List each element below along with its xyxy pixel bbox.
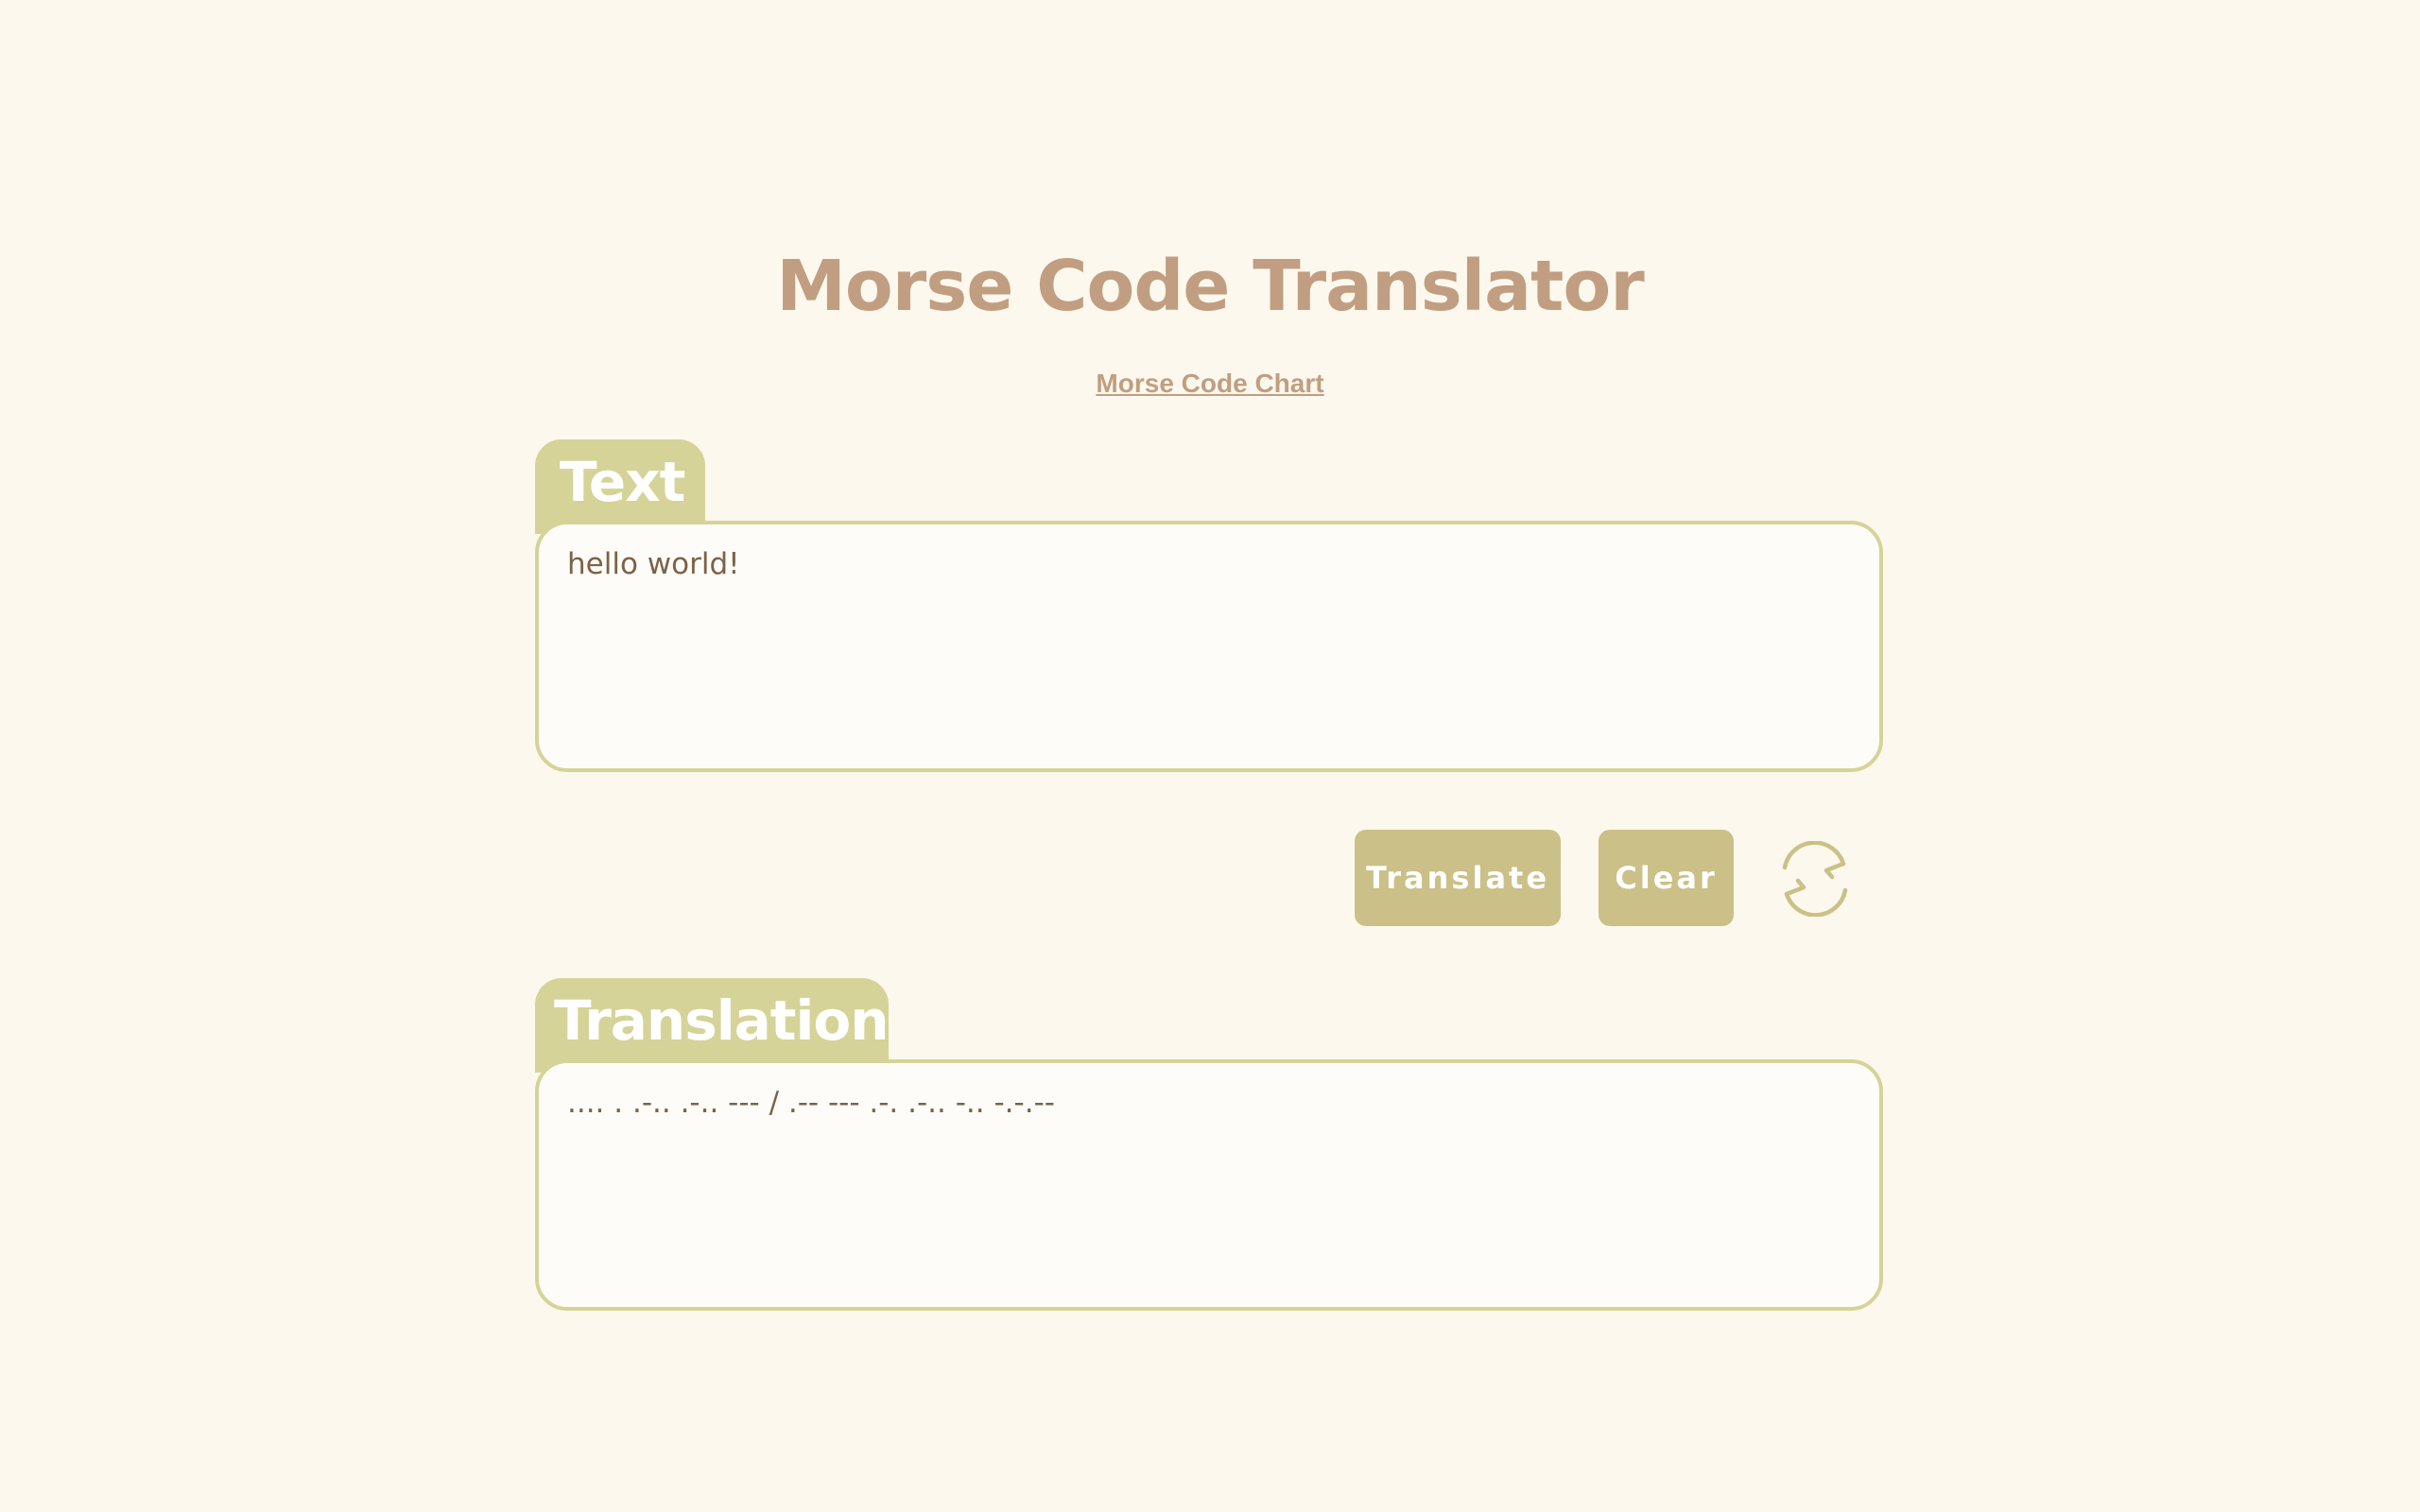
chart-link-wrapper: Morse Code Chart: [0, 367, 2420, 401]
text-tab-label: Text: [535, 439, 705, 534]
translate-button[interactable]: Translate: [1355, 830, 1561, 926]
swap-arrows-icon[interactable]: [1773, 841, 1857, 917]
clear-button[interactable]: Clear: [1599, 830, 1734, 926]
page-title: Morse Code Translator: [776, 246, 1645, 327]
morse-code-chart-link[interactable]: Morse Code Chart: [1096, 369, 1323, 398]
translation-tab-label: Translation: [535, 978, 890, 1073]
translation-output-area[interactable]: .... . .-.. .-.. --- / .-- --- .-. .-.. …: [535, 1059, 1883, 1311]
text-input-area[interactable]: hello world!: [535, 521, 1883, 772]
